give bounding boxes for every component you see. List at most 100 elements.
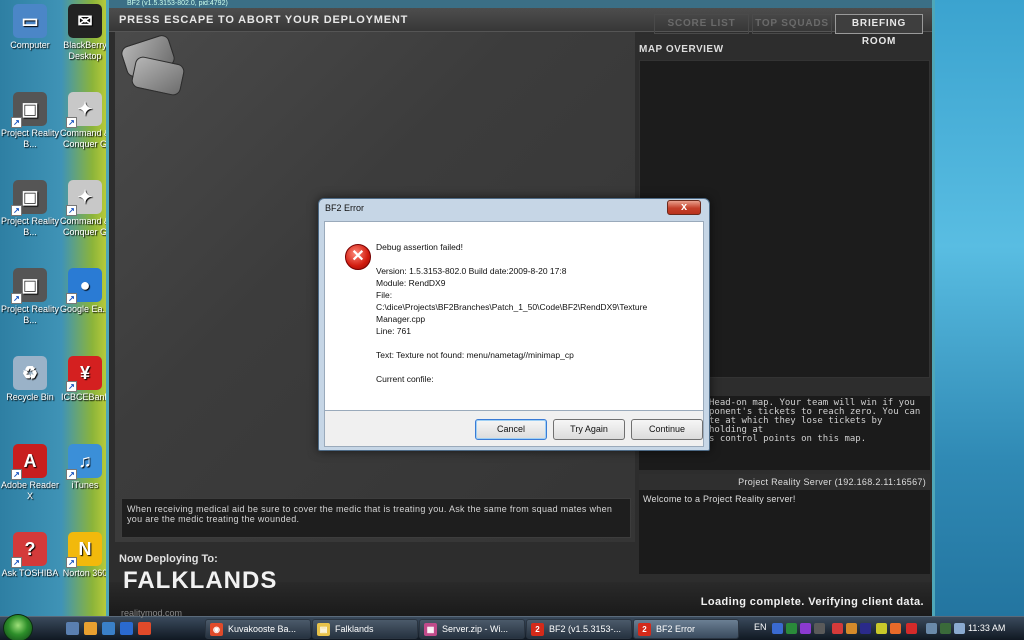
gameplay-tip: When receiving medical aid be sure to co… — [121, 498, 631, 538]
app-icon: ? ↗ — [11, 532, 47, 568]
taskbar-button-label: Kuvakooste Ba... — [228, 624, 297, 634]
app-icon-glyph: A — [23, 450, 37, 471]
dialog-button-bar: Cancel Try Again Continue — [324, 411, 704, 447]
taskbar-button-label: Server.zip - Wi... — [442, 624, 509, 634]
error-file-path: C:\dice\Projects\BF2Branches\Patch_1_50\… — [376, 302, 648, 312]
taskbar-button[interactable]: ▦ Server.zip - Wi... — [419, 619, 525, 639]
clock[interactable]: 11:33 AM — [968, 623, 1005, 633]
taskbar-button[interactable]: ▤ Falklands — [312, 619, 418, 639]
app-icon: ♫ ↗ — [66, 444, 102, 480]
continue-button[interactable]: Continue — [631, 419, 703, 440]
error-icon: ✕ — [345, 244, 371, 270]
app-icon-glyph: ● — [79, 274, 91, 295]
app-icon-glyph: ▣ — [21, 186, 39, 207]
tray-app-icon[interactable] — [786, 623, 797, 634]
dialog-title: BF2 Error — [325, 203, 365, 213]
error-text: Text: Texture not found: menu/nametag//m… — [376, 350, 574, 360]
tab-score-list[interactable]: SCORE LIST — [654, 14, 749, 34]
desktop-icon[interactable]: A ↗ Adobe Reader X — [0, 444, 60, 502]
error-confile: Current confile: — [376, 374, 434, 384]
desktop-icon[interactable]: ? ↗ Ask TOSHIBA — [0, 532, 60, 579]
error-file-label: File: — [376, 290, 393, 300]
try-again-button[interactable]: Try Again — [553, 419, 625, 440]
tray-app-icon[interactable] — [800, 623, 811, 634]
app-icon-glyph: ? — [24, 538, 36, 559]
shortcut-arrow-icon: ↗ — [11, 205, 22, 216]
taskbar-button-label: BF2 Error — [656, 624, 696, 634]
shortcut-arrow-icon: ↗ — [11, 557, 22, 568]
tray-app-icon[interactable] — [860, 623, 871, 634]
shortcut-arrow-icon: ↗ — [66, 381, 77, 392]
network-icon[interactable] — [926, 623, 937, 634]
desktop-icon[interactable]: ♻ Recycle Bin — [0, 356, 60, 403]
error-version: Version: 1.5.3153-802.0 Build date:2009-… — [376, 266, 567, 276]
app-icon-glyph: ▭ — [21, 10, 39, 31]
shortcut-arrow-icon: ↗ — [11, 117, 22, 128]
error-module: Module: RendDX9 — [376, 278, 446, 288]
tab-briefing-room[interactable]: BRIEFING ROOM — [835, 14, 923, 47]
taskbar: ◉ Kuvakooste Ba... ▤ Falklands ▦ Server.zip -… — [0, 614, 1024, 640]
app-icon: ▣ ↗ — [11, 268, 47, 304]
app-icon-glyph: ¥ — [79, 362, 90, 383]
tray-app-icon[interactable] — [846, 623, 857, 634]
game-header: PRESS ESCAPE TO ABORT YOUR DEPLOYMENT SC… — [109, 8, 932, 47]
desktop-icon[interactable]: ▣ ↗ Project Reality B... — [0, 92, 60, 150]
start-button[interactable] — [3, 614, 33, 640]
desktop-icon[interactable]: ▭ Computer — [0, 4, 60, 51]
shortcut-arrow-icon: ↗ — [11, 469, 22, 480]
tray-app-icon[interactable] — [876, 623, 887, 634]
taskbar-app-icon: ▤ — [317, 623, 330, 636]
taskbar-button[interactable]: 2 BF2 (v1.5.3153-... — [526, 619, 632, 639]
taskbar-button-label: Falklands — [335, 624, 374, 634]
app-icon: ▭ — [13, 4, 47, 38]
taskbar-app-icon: 2 — [531, 623, 544, 636]
internet-explorer-icon[interactable] — [120, 622, 133, 635]
desktop-icon-label: Project Reality B... — [0, 304, 60, 325]
taskbar-button[interactable]: ◉ Kuvakooste Ba... — [205, 619, 311, 639]
server-name: Project Reality Server (192.168.2.11:165… — [639, 474, 930, 490]
tray-app-icon[interactable] — [832, 623, 843, 634]
desktop-icon-label: Project Reality B... — [0, 216, 60, 237]
language-indicator[interactable]: EN — [754, 622, 767, 632]
loading-status: Loading complete. Verifying client data. — [700, 596, 924, 608]
chrome-icon[interactable] — [138, 622, 151, 635]
shortcut-arrow-icon: ↗ — [66, 557, 77, 568]
switch-windows-icon[interactable] — [102, 622, 115, 635]
close-icon[interactable]: x — [667, 200, 701, 215]
desktop-icon-label: Computer — [10, 40, 50, 50]
app-icon-glyph: ✦ — [77, 186, 93, 207]
desktop-icon-label: Adobe Reader X — [0, 480, 60, 501]
shortcut-arrow-icon: ↗ — [66, 293, 77, 304]
desktop-icon[interactable]: ▣ ↗ Project Reality B... — [0, 268, 60, 326]
app-icon-glyph: N — [78, 538, 92, 559]
taskbar-button[interactable]: 2 BF2 Error — [633, 619, 739, 639]
show-desktop-icon[interactable] — [66, 622, 79, 635]
app-icon: ✦ ↗ — [66, 180, 102, 216]
dialog-titlebar[interactable]: BF2 Error x — [319, 199, 709, 219]
app-icon: ✉ — [68, 4, 102, 38]
app-icon-glyph: ♫ — [78, 450, 92, 471]
app-icon-glyph: ♻ — [21, 362, 39, 383]
battery-icon[interactable] — [940, 623, 951, 634]
tab-top-squads[interactable]: TOP SQUADS — [752, 14, 832, 34]
desktop-icon[interactable]: ▣ ↗ Project Reality B... — [0, 180, 60, 238]
app-icon: ¥ ↗ — [66, 356, 102, 392]
tray-app-icon[interactable] — [890, 623, 901, 634]
dialog-body: ✕ Debug assertion failed! Version: 1.5.3… — [324, 221, 704, 411]
tray-app-icon[interactable] — [814, 623, 825, 634]
app-icon: ✦ ↗ — [66, 92, 102, 128]
error-heading: Debug assertion failed! — [376, 242, 463, 252]
shortcut-arrow-icon: ↗ — [66, 469, 77, 480]
volume-icon[interactable] — [954, 623, 965, 634]
media-player-icon[interactable] — [84, 622, 97, 635]
taskbar-button-label: BF2 (v1.5.3153-... — [549, 624, 622, 634]
cancel-button[interactable]: Cancel — [475, 419, 547, 440]
game-window-titlebar[interactable]: BF2 (v1.5.3153-802.0, pid:4792) — [109, 0, 932, 8]
error-file-path-cont: Manager.cpp — [376, 314, 426, 324]
escape-instruction: PRESS ESCAPE TO ABORT YOUR DEPLOYMENT — [119, 14, 409, 26]
app-icon: ♻ — [13, 356, 47, 390]
tray-app-icon[interactable] — [906, 623, 917, 634]
error-line: Line: 761 — [376, 326, 411, 336]
app-icon-glyph: ▣ — [21, 98, 39, 119]
help-icon[interactable] — [772, 623, 783, 634]
